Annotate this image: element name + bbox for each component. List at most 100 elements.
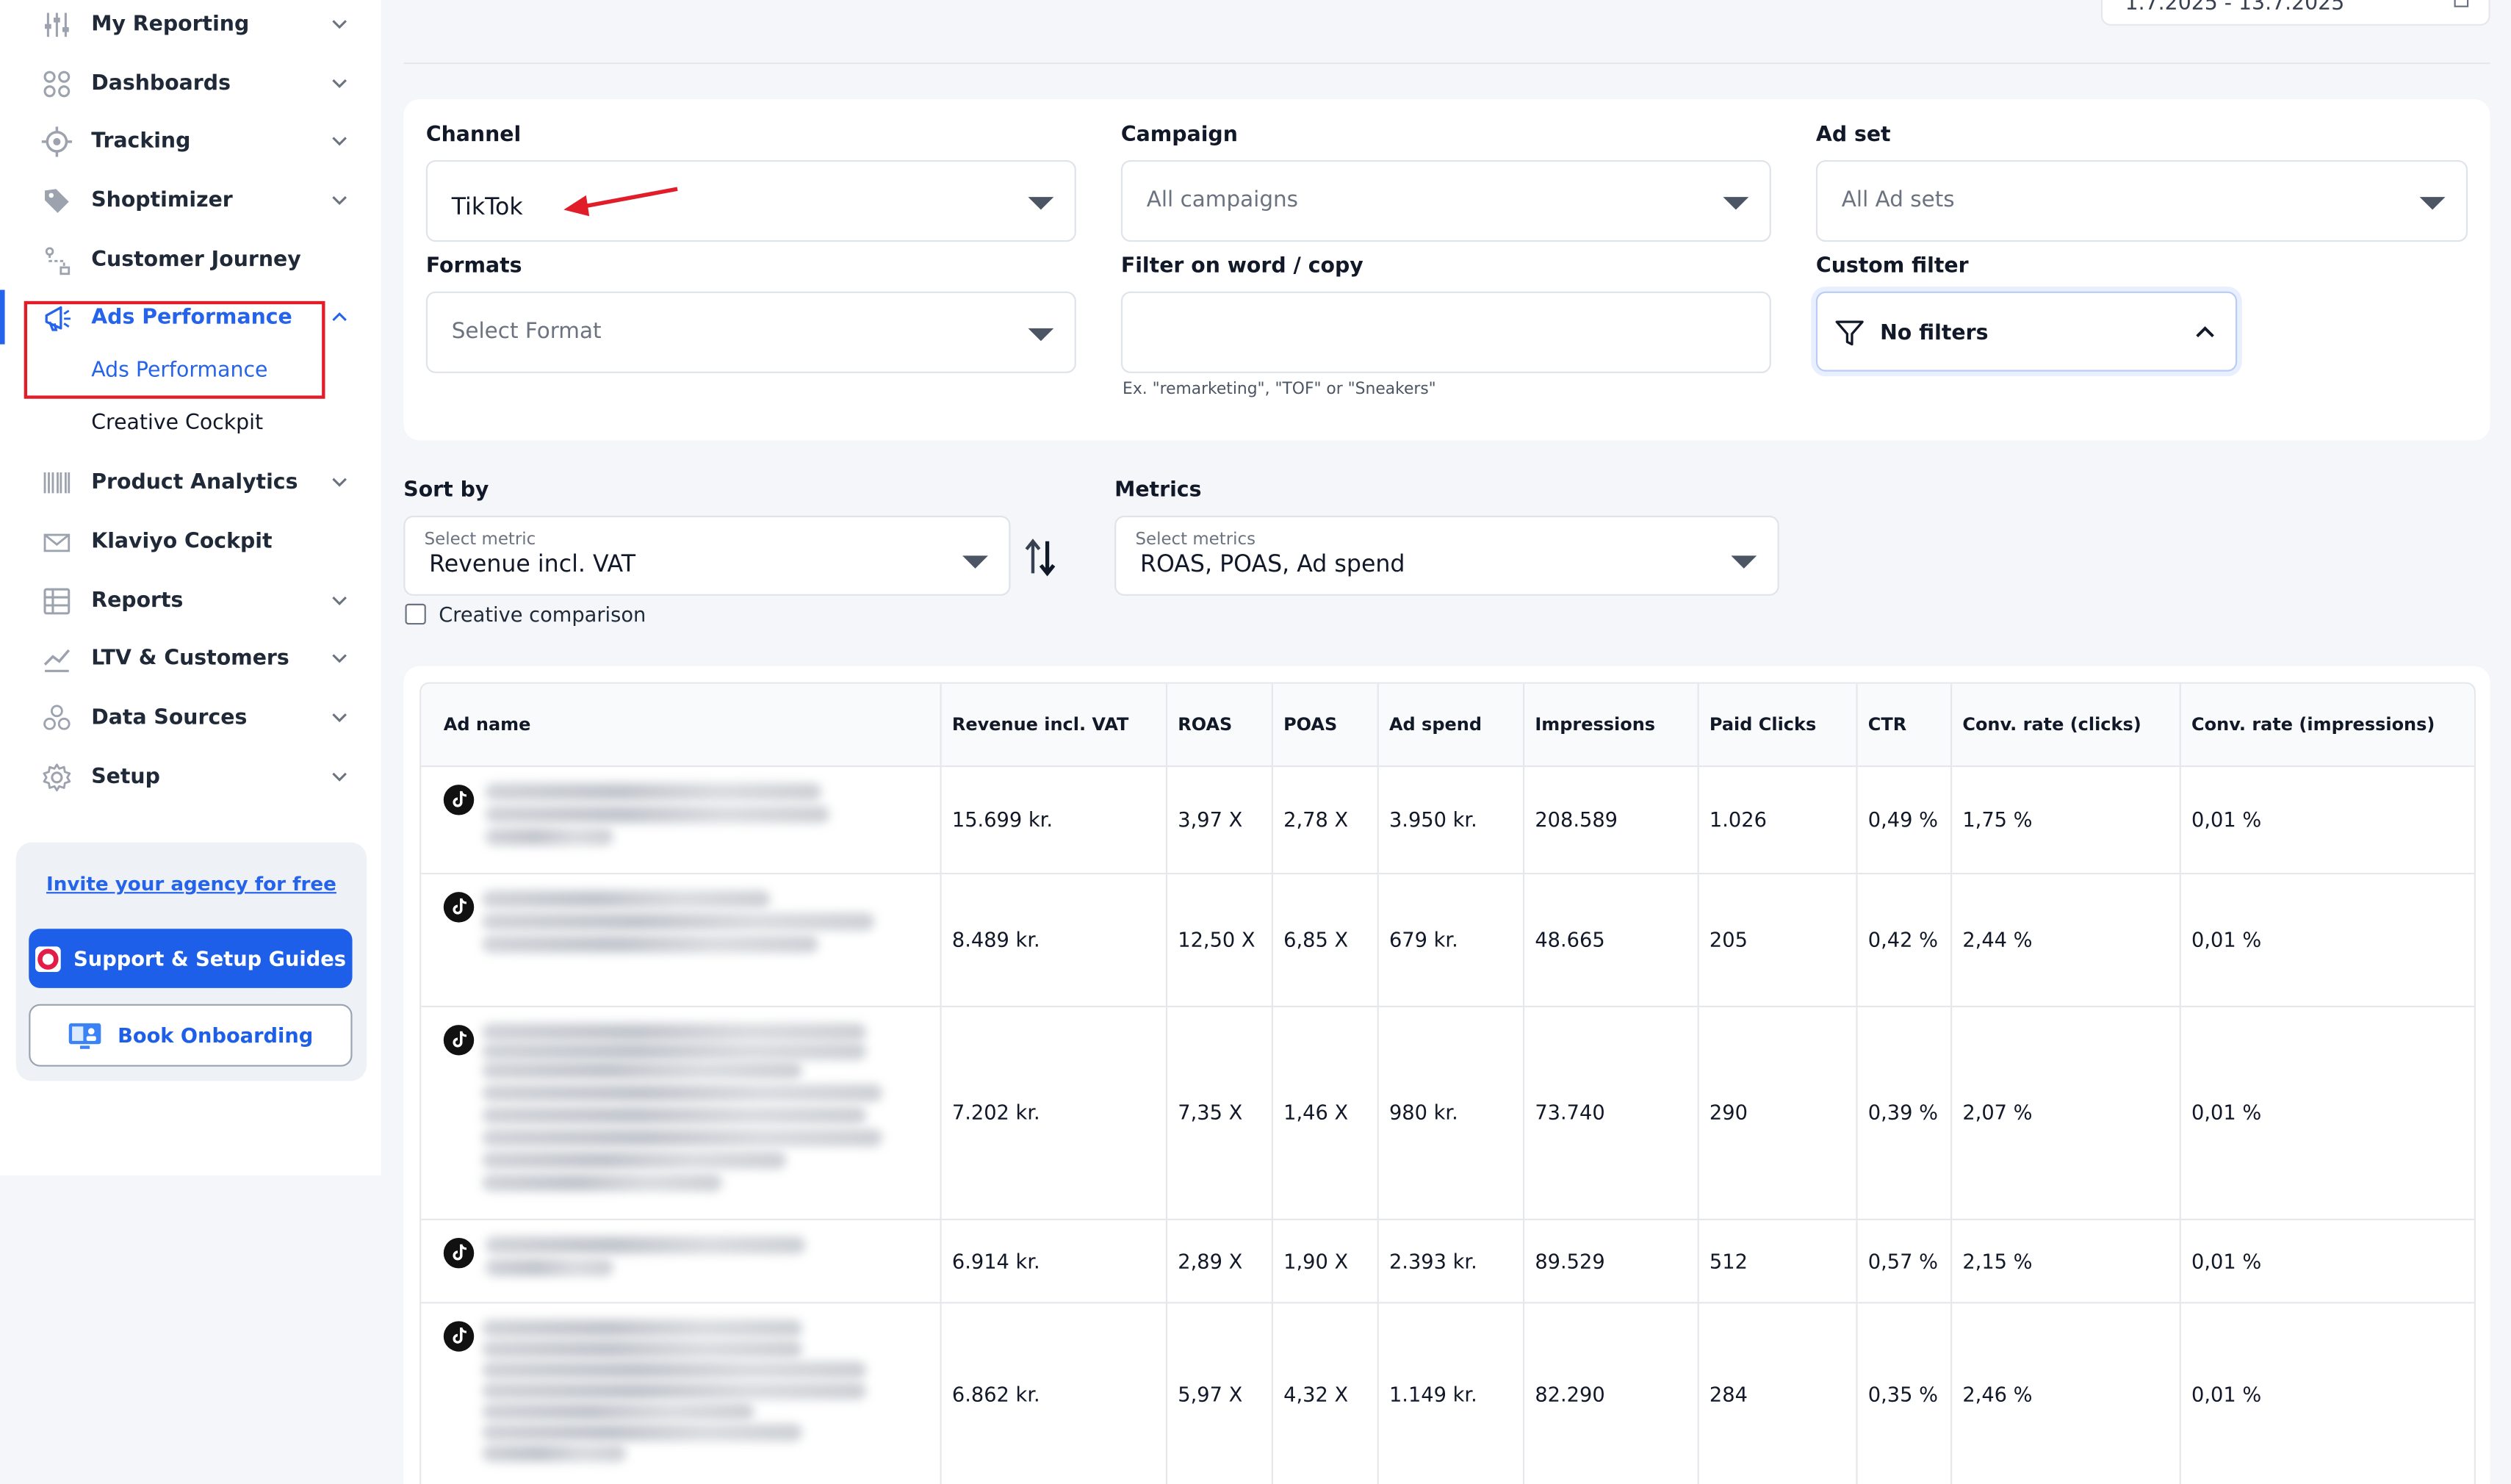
table-row[interactable]: 6.862 kr. 5,97 X 4,32 X 1.149 kr. 82.290 284 0… [421,1302,2474,1484]
ad-name-redacted [482,1150,787,1169]
annotation-highlight-box [24,300,325,399]
table-row[interactable]: 6.914 kr. 2,89 X 1,90 X 2.393 kr. 89.529 512 0… [421,1218,2474,1303]
chevron-up-icon [332,312,347,322]
table-row[interactable]: 7.202 kr. 7,35 X 1,46 X 980 kr. 73.740 290 0,3… [421,1005,2474,1220]
cell-ctr: 0,39 % [1856,1005,1952,1220]
column-header[interactable]: Revenue incl. VAT [940,683,1167,767]
campaign-placeholder: All campaigns [1146,187,1299,213]
chevron-down-icon [962,555,988,569]
word-filter-hint: Ex. "remarketing", "TOF" or "Sneakers" [1123,381,1436,399]
ad-name-redacted [482,1444,627,1462]
sidebar-item-ltv-customers[interactable]: LTV & Customers [0,634,381,682]
sidebar-item-product-analytics[interactable]: Product Analytics [0,458,381,505]
column-header[interactable]: Conv. rate (impressions) [2179,683,2474,767]
date-range-picker[interactable]: 1.7.2025 - 13.7.2025 [2100,0,2490,26]
sort-metric-select[interactable]: Select metric Revenue incl. VAT [403,515,1011,596]
adset-placeholder: All Ad sets [1841,187,1955,213]
sidebar-item-my-reporting[interactable]: My Reporting [0,0,381,48]
cell-revenue: 8.489 kr. [940,872,1167,1007]
ad-name-cell[interactable] [421,1218,941,1303]
ad-name-cell[interactable] [421,1302,941,1484]
cell-impressions: 208.589 [1522,765,1698,874]
ad-name-redacted [485,804,830,823]
word-filter-input[interactable] [1120,291,1771,373]
ad-name-redacted [482,912,875,930]
tag-icon [42,185,72,215]
sidebar-item-label: Shoptimizer [91,188,233,212]
metrics-select[interactable]: Select metrics ROAS, POAS, Ad spend [1114,515,1779,596]
adset-select[interactable]: All Ad sets [1815,159,2468,242]
cell-poas: 1,46 X [1271,1005,1378,1220]
cell-spend: 679 kr. [1377,872,1524,1007]
custom-filter-select[interactable]: No filters [1815,291,2238,372]
column-header[interactable]: Conv. rate (clicks) [1950,683,2180,767]
sort-direction-icon[interactable] [1022,535,1060,580]
sidebar-item-label: Customer Journey [91,247,301,272]
cell-revenue: 6.862 kr. [940,1302,1167,1484]
sidebar-item-customer-journey[interactable]: Customer Journey [0,235,381,283]
column-header[interactable]: Impressions [1522,683,1698,767]
ad-name-redacted [485,1258,613,1276]
cell-cr-impr: 0,01 % [2179,1302,2474,1484]
ad-name-cell[interactable] [421,872,941,1007]
book-onboarding-button[interactable]: Book Onboarding [29,1004,353,1067]
ad-name-redacted [482,1381,867,1400]
sidebar-item-reports[interactable]: Reports [0,577,381,624]
ad-name-redacted [482,1041,867,1059]
creative-comparison-checkbox[interactable] [405,603,426,625]
chevron-down-icon [332,20,347,29]
channel-select[interactable]: TikTok [425,159,1076,242]
word-filter-label: Filter on word / copy [1120,254,1363,279]
cell-roas: 5,97 X [1165,1302,1272,1484]
cell-poas: 1,90 X [1271,1218,1378,1303]
column-header[interactable]: Ad name [421,683,941,767]
invite-agency-link[interactable]: Invite your agency for free [16,873,367,896]
cell-spend: 1.149 kr. [1377,1302,1524,1484]
tiktok-icon [443,1320,475,1351]
ad-name-redacted [485,1235,806,1253]
ad-name-cell[interactable] [421,765,941,874]
cell-impressions: 48.665 [1522,872,1698,1007]
sidebar-item-label: Reports [91,588,184,613]
cell-clicks: 1.026 [1697,765,1857,874]
sidebar-item-label: My Reporting [91,12,250,37]
sort-value: Revenue incl. VAT [429,552,636,578]
sidebar-item-klaviyo-cockpit[interactable]: Klaviyo Cockpit [0,517,381,565]
formats-select[interactable]: Select Format [425,291,1076,373]
cell-roas: 3,97 X [1165,765,1272,874]
support-guides-button[interactable]: Support & Setup Guides [29,929,353,988]
tiktok-icon [443,784,475,815]
ad-name-cell[interactable] [421,1005,941,1220]
cell-cr-clicks: 2,44 % [1950,872,2180,1007]
table-row[interactable]: 8.489 kr. 12,50 X 6,85 X 679 kr. 48.665 205 0,… [421,872,2474,1007]
crosshair-icon [41,126,73,156]
sidebar-item-label: Klaviyo Cockpit [91,529,273,554]
sidebar-item-shoptimizer[interactable]: Shoptimizer [0,176,381,224]
ad-name-redacted [482,1422,803,1441]
date-range-text: 1.7.2025 - 13.7.2025 [2125,0,2345,16]
column-header[interactable]: Paid Clicks [1697,683,1857,767]
cell-poas: 2,78 X [1271,765,1378,874]
cell-spend: 980 kr. [1377,1005,1524,1220]
column-header[interactable]: POAS [1271,683,1378,767]
subnav-creative-cockpit[interactable]: Creative Cockpit [91,411,263,436]
sidebar-footer-area [0,1175,381,1484]
table-row[interactable]: 15.699 kr. 3,97 X 2,78 X 3.950 kr. 208.589 1.… [421,765,2474,874]
cell-cr-clicks: 1,75 % [1950,765,2180,874]
column-header[interactable]: ROAS [1165,683,1272,767]
promo-card: Invite your agency for free Support & Se… [15,842,367,1081]
ad-name-redacted [482,1083,883,1101]
campaign-select[interactable]: All campaigns [1120,159,1771,242]
sidebar-item-label: Data Sources [91,705,248,730]
cell-ctr: 0,42 % [1856,872,1952,1007]
chevron-down-icon [332,137,347,146]
column-header[interactable]: Ad spend [1377,683,1524,767]
sidebar-item-setup[interactable]: Setup [0,753,381,801]
sidebar-item-tracking[interactable]: Tracking [0,117,381,165]
column-header[interactable]: CTR [1856,683,1952,767]
cell-revenue: 6.914 kr. [940,1218,1167,1303]
gear-icon [42,761,72,791]
channel-label: Channel [425,123,522,148]
sidebar-item-dashboards[interactable]: Dashboards [0,60,381,107]
sidebar-item-data-sources[interactable]: Data Sources [0,694,381,741]
